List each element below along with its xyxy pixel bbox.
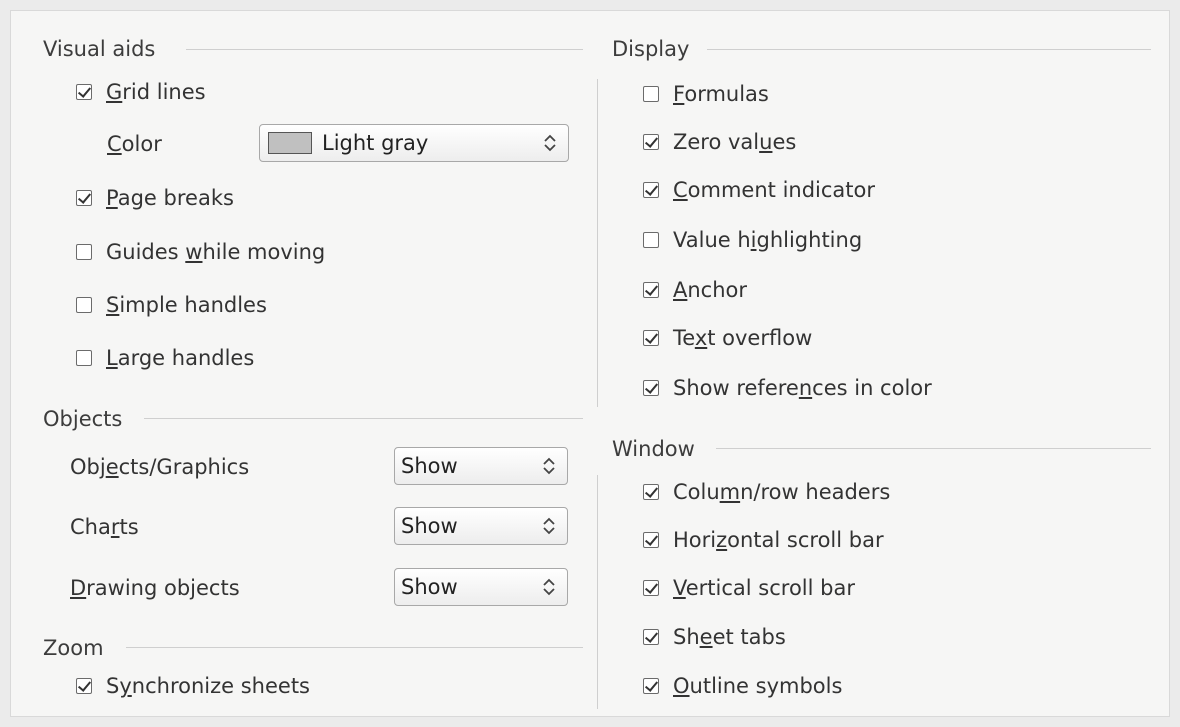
view-options-panel: Visual aids Grid lines Color Light gray …	[10, 10, 1170, 717]
page-breaks-checkbox[interactable]: Page breaks	[76, 183, 234, 213]
color-label: Color	[107, 132, 162, 156]
spin-updown-icon	[537, 514, 561, 538]
large-handles-label: Large handles	[106, 346, 255, 370]
value-highlighting-check[interactable]	[643, 232, 659, 248]
charts-label: Charts	[70, 515, 139, 539]
outline-symbols-checkbox[interactable]: Outline symbols	[643, 671, 842, 701]
page-breaks-label: Page breaks	[106, 186, 234, 210]
window-separator	[716, 448, 1151, 449]
anchor-checkbox[interactable]: Anchor	[643, 275, 747, 305]
simple-handles-label: Simple handles	[106, 293, 267, 317]
vscroll-check[interactable]	[643, 580, 659, 596]
sheet-tabs-label: Sheet tabs	[673, 625, 786, 649]
charts-value: Show	[401, 514, 458, 538]
objects-separator	[144, 418, 583, 419]
zoom-separator	[126, 647, 583, 648]
grid-color-value: Light gray	[322, 131, 429, 155]
sheet-tabs-check[interactable]	[643, 629, 659, 645]
comment-check[interactable]	[643, 182, 659, 198]
comment-label: Comment indicator	[673, 178, 876, 202]
display-title: Display	[612, 37, 690, 61]
charts-dropdown[interactable]: Show	[394, 507, 568, 545]
outline-label: Outline symbols	[673, 674, 843, 698]
drawing-objects-label: Drawing objects	[70, 576, 240, 600]
simple-handles-check[interactable]	[76, 297, 92, 313]
anchor-check[interactable]	[643, 282, 659, 298]
visual-aids-separator	[186, 49, 583, 50]
zero-values-checkbox[interactable]: Zero values	[643, 127, 796, 157]
hscroll-label: Horizontal scroll bar	[673, 528, 884, 552]
value-highlighting-label: Value highlighting	[673, 228, 863, 252]
grid-color-dropdown[interactable]: Light gray	[259, 124, 569, 162]
objects-graphics-label: Objects/Graphics	[70, 455, 250, 479]
vscroll-label: Vertical scroll bar	[673, 576, 855, 600]
display-separator	[707, 49, 1151, 50]
drawing-objects-value: Show	[401, 575, 458, 599]
objects-graphics-dropdown[interactable]: Show	[394, 447, 568, 485]
guides-while-moving-checkbox[interactable]: Guides while moving	[76, 237, 325, 267]
vertical-scroll-bar-checkbox[interactable]: Vertical scroll bar	[643, 573, 855, 603]
formulas-label: Formulas	[673, 82, 769, 106]
sync-check[interactable]	[76, 678, 92, 694]
large-handles-checkbox[interactable]: Large handles	[76, 343, 254, 373]
grid-lines-label: Grid lines	[106, 80, 206, 104]
formulas-check[interactable]	[643, 86, 659, 102]
synchronize-sheets-checkbox[interactable]: Synchronize sheets	[76, 671, 310, 701]
column-row-headers-checkbox[interactable]: Column/row headers	[643, 477, 890, 507]
references-label: Show references in color	[673, 376, 932, 400]
drawing-objects-dropdown[interactable]: Show	[394, 568, 568, 606]
objects-graphics-value: Show	[401, 454, 458, 478]
value-highlighting-checkbox[interactable]: Value highlighting	[643, 225, 862, 255]
spin-updown-icon	[538, 131, 562, 155]
show-references-checkbox[interactable]: Show references in color	[643, 373, 932, 403]
outline-check[interactable]	[643, 678, 659, 694]
horizontal-scroll-bar-checkbox[interactable]: Horizontal scroll bar	[643, 525, 884, 555]
headers-label: Column/row headers	[673, 480, 891, 504]
hscroll-check[interactable]	[643, 532, 659, 548]
references-check[interactable]	[643, 380, 659, 396]
visual-aids-title: Visual aids	[43, 37, 156, 61]
page-breaks-check[interactable]	[76, 190, 92, 206]
simple-handles-checkbox[interactable]: Simple handles	[76, 290, 267, 320]
large-handles-check[interactable]	[76, 350, 92, 366]
headers-check[interactable]	[643, 484, 659, 500]
guides-check[interactable]	[76, 244, 92, 260]
objects-title: Objects	[43, 407, 123, 431]
text-overflow-label: Text overflow	[673, 326, 813, 350]
comment-indicator-checkbox[interactable]: Comment indicator	[643, 175, 875, 205]
grid-lines-check[interactable]	[76, 84, 92, 100]
display-vertical-divider	[597, 79, 598, 407]
spin-updown-icon	[537, 575, 561, 599]
color-swatch	[268, 132, 312, 154]
guides-label: Guides while moving	[106, 240, 326, 264]
zero-values-label: Zero values	[673, 130, 797, 154]
sheet-tabs-checkbox[interactable]: Sheet tabs	[643, 622, 786, 652]
zero-values-check[interactable]	[643, 134, 659, 150]
text-overflow-checkbox[interactable]: Text overflow	[643, 323, 812, 353]
anchor-label: Anchor	[673, 278, 748, 302]
window-vertical-divider	[597, 475, 598, 709]
spin-updown-icon	[537, 454, 561, 478]
zoom-title: Zoom	[43, 636, 104, 660]
sync-label: Synchronize sheets	[106, 674, 310, 698]
grid-lines-checkbox[interactable]: Grid lines	[76, 77, 206, 107]
window-title: Window	[612, 437, 695, 461]
text-overflow-check[interactable]	[643, 330, 659, 346]
formulas-checkbox[interactable]: Formulas	[643, 79, 769, 109]
